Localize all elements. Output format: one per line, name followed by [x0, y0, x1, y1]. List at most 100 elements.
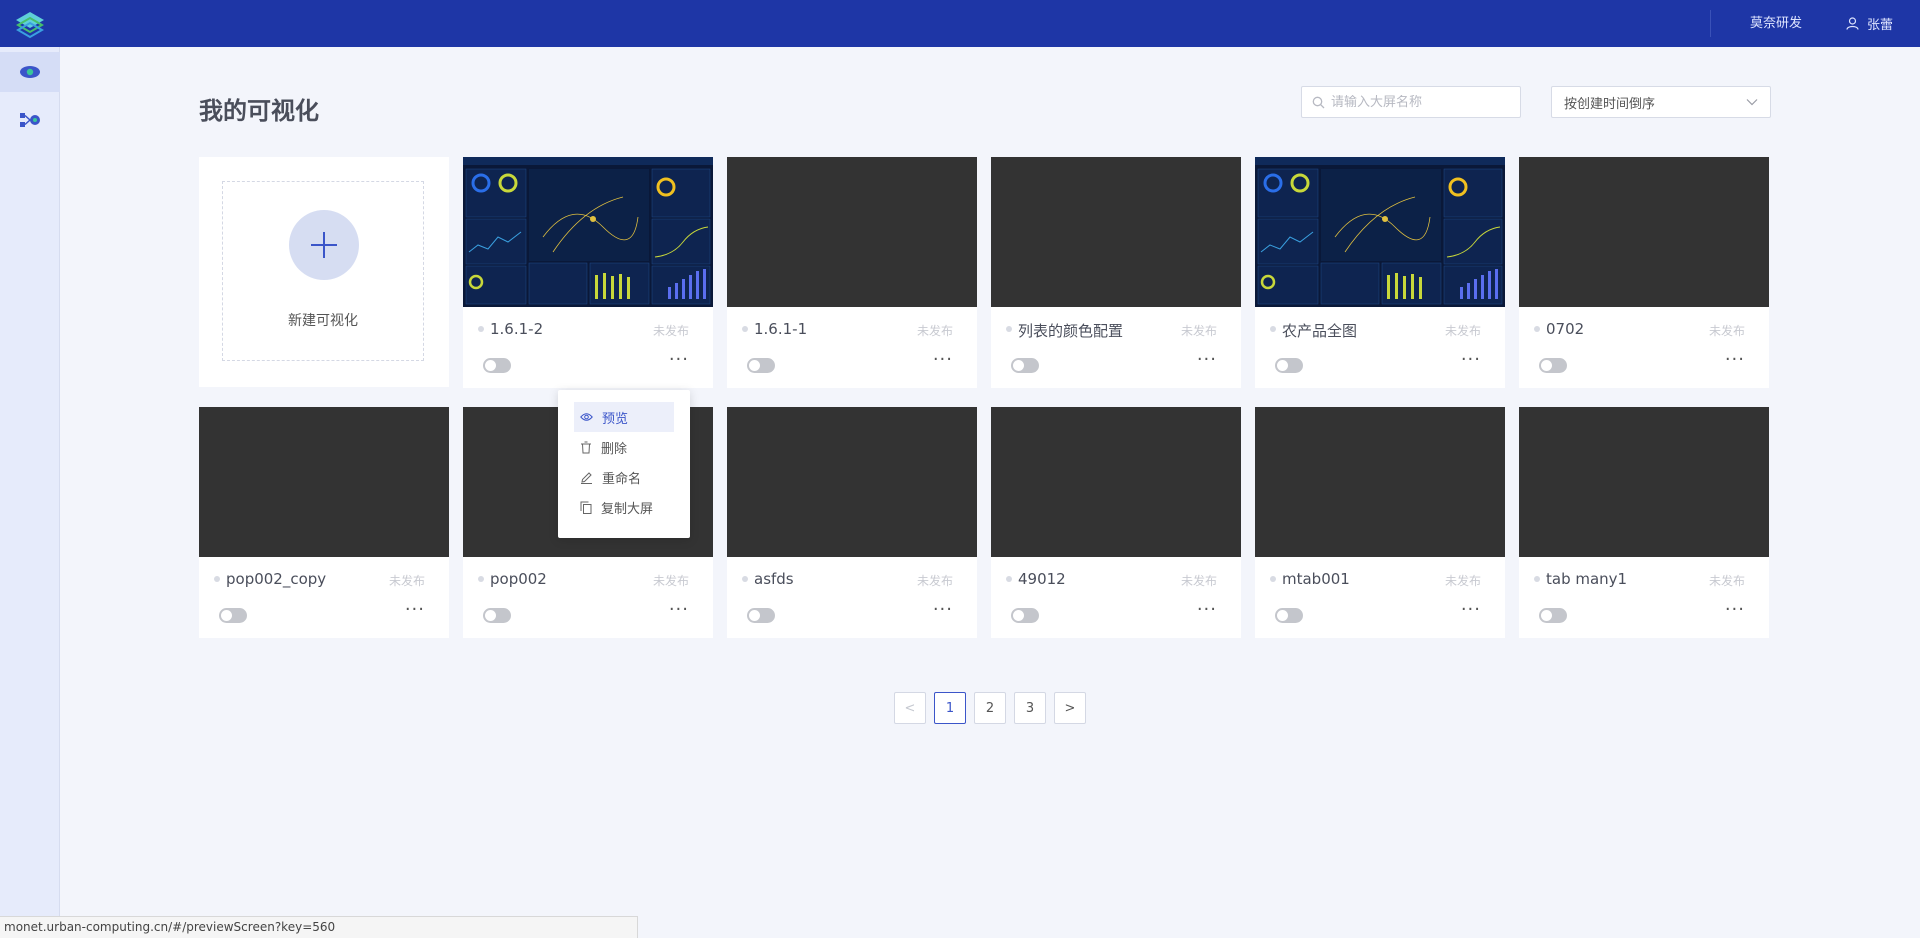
eye-icon	[580, 413, 593, 421]
search-icon	[1312, 96, 1325, 108]
status-dot	[1006, 326, 1012, 332]
more-actions-button[interactable]: ···	[405, 601, 425, 619]
visualization-card[interactable]: mtab001 未发布 ···	[1255, 407, 1505, 638]
layers-logo-icon	[16, 11, 44, 38]
sidebar-item-dataflow[interactable]	[0, 100, 60, 140]
publish-toggle[interactable]	[1539, 358, 1567, 373]
publish-status: 未发布	[916, 324, 953, 338]
menu-item-copy[interactable]: 复制大屏	[574, 492, 674, 522]
card-context-menu: 预览 删除 重命名 复制大屏	[558, 390, 690, 538]
publish-status: 未发布	[652, 324, 689, 338]
card-name: mtab001	[1282, 570, 1350, 588]
org-name[interactable]: 莫奈研发	[1750, 0, 1802, 47]
publish-toggle[interactable]	[1275, 358, 1303, 373]
status-dot	[1534, 576, 1540, 582]
new-visualization-label: 新建可视化	[288, 313, 358, 329]
header-divider	[1710, 10, 1711, 37]
visualization-card[interactable]: pop002_copy 未发布 ···	[199, 407, 449, 638]
menu-item-rename[interactable]: 重命名	[574, 462, 674, 492]
sidebar-item-visualizations[interactable]	[0, 52, 60, 92]
more-actions-button[interactable]: ···	[933, 601, 953, 619]
top-bar: 莫奈研发 张蕾	[0, 0, 1920, 47]
eye-icon	[20, 66, 40, 78]
publish-status: 未发布	[652, 574, 689, 588]
card-thumbnail[interactable]	[991, 407, 1241, 557]
card-thumbnail[interactable]	[1255, 407, 1505, 557]
card-name: 1.6.1-2	[490, 320, 544, 338]
card-thumbnail[interactable]	[1255, 157, 1505, 307]
visualization-card[interactable]: 农产品全图 未发布 ···	[1255, 157, 1505, 388]
status-dot	[742, 576, 748, 582]
publish-toggle[interactable]	[747, 608, 775, 623]
publish-status: 未发布	[1180, 574, 1217, 588]
sidebar	[0, 47, 60, 938]
card-thumbnail[interactable]	[727, 407, 977, 557]
status-dot	[1270, 576, 1276, 582]
card-name: 农产品全图	[1282, 322, 1358, 340]
status-dot	[742, 326, 748, 332]
pagination: < 1 2 3 >	[894, 692, 1086, 724]
more-actions-button[interactable]: ···	[1197, 351, 1217, 369]
card-name: 1.6.1-1	[754, 320, 808, 338]
publish-status: 未发布	[1180, 324, 1217, 338]
menu-item-preview[interactable]: 预览	[574, 402, 674, 432]
pagination-next-button[interactable]: >	[1054, 692, 1086, 724]
visualization-card[interactable]: tab many1 未发布 ···	[1519, 407, 1769, 638]
visualization-card[interactable]: 1.6.1-2 未发布 ···	[463, 157, 713, 388]
visualization-card[interactable]: 0702 未发布 ···	[1519, 157, 1769, 388]
card-thumbnail[interactable]	[199, 407, 449, 557]
card-thumbnail[interactable]	[1519, 407, 1769, 557]
pagination-page-2[interactable]: 2	[974, 692, 1006, 724]
publish-status: 未发布	[1444, 574, 1481, 588]
menu-item-label: 删除	[601, 441, 628, 457]
menu-item-delete[interactable]: 删除	[574, 432, 674, 462]
publish-toggle[interactable]	[219, 608, 247, 623]
more-actions-button[interactable]: ···	[933, 351, 953, 369]
card-thumbnail[interactable]	[463, 157, 713, 307]
publish-toggle[interactable]	[747, 358, 775, 373]
user-menu[interactable]: 张蕾	[1846, 0, 1893, 47]
chevron-down-icon	[1746, 99, 1758, 106]
publish-toggle[interactable]	[483, 358, 511, 373]
card-thumbnail[interactable]	[727, 157, 977, 307]
add-button[interactable]	[289, 210, 359, 280]
status-dot	[1534, 326, 1540, 332]
status-dot	[478, 326, 484, 332]
link-preview-statusbar: monet.urban-computing.cn/#/previewScreen…	[0, 916, 638, 938]
menu-item-label: 复制大屏	[601, 501, 654, 517]
publish-toggle[interactable]	[1011, 358, 1039, 373]
pagination-page-1[interactable]: 1	[934, 692, 966, 724]
search-input[interactable]	[1331, 94, 1511, 110]
more-actions-button[interactable]: ···	[1197, 601, 1217, 619]
app-logo[interactable]	[0, 0, 60, 47]
status-dot	[1006, 576, 1012, 582]
publish-status: 未发布	[916, 574, 953, 588]
more-actions-button[interactable]: ···	[1725, 351, 1745, 369]
new-visualization-card[interactable]: 新建可视化	[199, 157, 449, 387]
card-name: tab many1	[1546, 570, 1628, 588]
pagination-prev-button[interactable]: <	[894, 692, 926, 724]
new-visualization-dropzone[interactable]: 新建可视化	[222, 181, 424, 361]
visualization-card[interactable]: 1.6.1-1 未发布 ···	[727, 157, 977, 388]
more-actions-button[interactable]: ···	[669, 601, 689, 619]
status-dot	[214, 576, 220, 582]
publish-toggle[interactable]	[483, 608, 511, 623]
more-actions-button[interactable]: ···	[1461, 351, 1481, 369]
search-box[interactable]	[1301, 86, 1521, 118]
card-thumbnail[interactable]	[1519, 157, 1769, 307]
plus-icon	[311, 232, 337, 258]
more-actions-button[interactable]: ···	[1725, 601, 1745, 619]
publish-toggle[interactable]	[1539, 608, 1567, 623]
pagination-page-3[interactable]: 3	[1014, 692, 1046, 724]
visualization-card[interactable]: 49012 未发布 ···	[991, 407, 1241, 638]
visualization-card[interactable]: asfds 未发布 ···	[727, 407, 977, 638]
card-thumbnail[interactable]	[991, 157, 1241, 307]
publish-toggle[interactable]	[1275, 608, 1303, 623]
more-actions-button[interactable]: ···	[1461, 601, 1481, 619]
publish-toggle[interactable]	[1011, 608, 1039, 623]
dashboard-thumbnail	[1255, 157, 1505, 307]
sort-select[interactable]: 按创建时间倒序	[1551, 86, 1771, 118]
more-actions-button[interactable]: ···	[669, 351, 689, 369]
card-name: 0702	[1546, 320, 1585, 338]
visualization-card[interactable]: 列表的颜色配置 未发布 ···	[991, 157, 1241, 388]
